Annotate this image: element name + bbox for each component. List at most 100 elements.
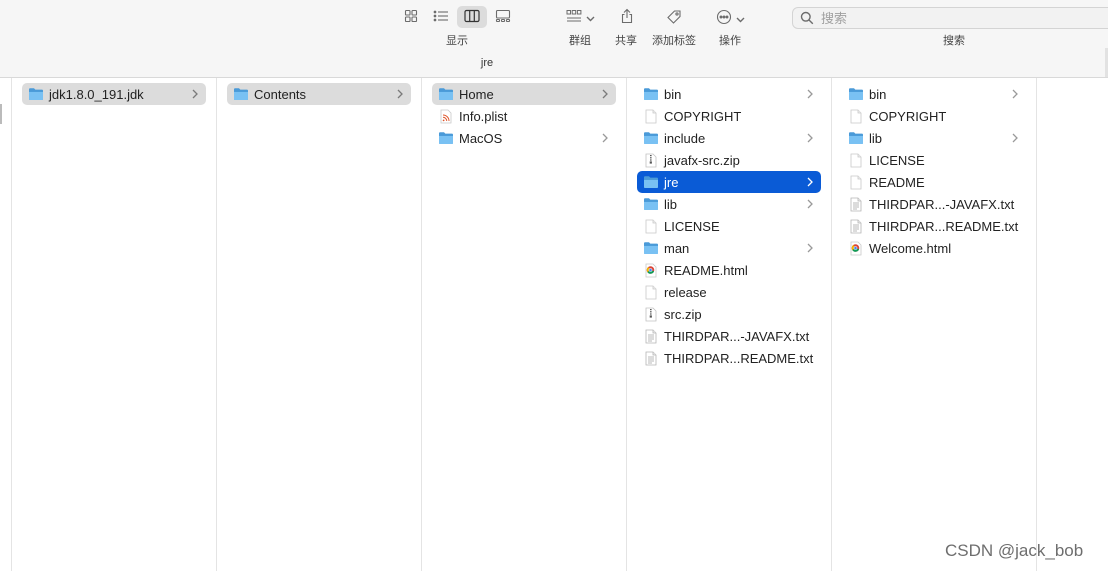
chevron-right-icon <box>1012 88 1022 100</box>
folder-icon <box>438 130 454 146</box>
file-row-jdk1-8-0-191-jdk[interactable]: jdk1.8.0_191.jdk <box>22 83 206 105</box>
column-divider[interactable] <box>421 78 422 571</box>
file-name: src.zip <box>664 306 702 322</box>
file-name: COPYRIGHT <box>664 108 742 124</box>
file-row-copyright[interactable]: COPYRIGHT <box>842 105 1026 127</box>
share-label: 共享 <box>615 35 637 47</box>
file-name: lib <box>664 196 678 212</box>
chevron-down-icon <box>736 11 745 26</box>
file-row-lib[interactable]: lib <box>842 127 1026 149</box>
file-row-thirdpar-javafx-txt[interactable]: THIRDPAR...-JAVAFX.txt <box>842 193 1026 215</box>
action-button[interactable] <box>716 9 745 28</box>
file-name: bin <box>664 86 682 102</box>
file-name: README.html <box>664 262 748 278</box>
group-button[interactable] <box>566 9 595 26</box>
search-field[interactable] <box>792 7 1108 29</box>
group-label: 群组 <box>569 35 591 47</box>
chevron-right-icon <box>807 132 817 144</box>
document-icon <box>643 218 659 234</box>
file-name: THIRDPAR...-JAVAFX.txt <box>664 328 810 344</box>
folder-icon <box>28 86 44 102</box>
file-row-readme-html[interactable]: README.html <box>637 259 821 281</box>
html-file-icon <box>848 240 864 256</box>
file-row-bin[interactable]: bin <box>842 83 1026 105</box>
folder-icon <box>643 130 659 146</box>
column-divider[interactable] <box>11 78 12 571</box>
file-row-release[interactable]: release <box>637 281 821 303</box>
list-view-icon <box>433 9 449 26</box>
chevron-right-icon <box>397 88 407 100</box>
column-divider[interactable] <box>216 78 217 571</box>
icon-view-button[interactable] <box>396 6 426 28</box>
file-row-javafx-src-zip[interactable]: javafx-src.zip <box>637 149 821 171</box>
column-divider[interactable] <box>831 78 832 571</box>
finder-toolbar: 显示 群组 共享 添加标签 操作 搜索 搜索 jre <box>0 0 1108 78</box>
file-row-lib[interactable]: lib <box>637 193 821 215</box>
file-row-macos[interactable]: MacOS <box>432 127 616 149</box>
folder-icon <box>848 130 864 146</box>
document-icon <box>848 152 864 168</box>
file-row-jre[interactable]: jre <box>637 171 821 193</box>
file-row-contents[interactable]: Contents <box>227 83 411 105</box>
share-button[interactable] <box>620 8 634 27</box>
chevron-right-icon <box>807 88 817 100</box>
file-row-thirdpar-readme-txt[interactable]: THIRDPAR...README.txt <box>842 215 1026 237</box>
chevron-right-icon <box>807 198 817 210</box>
document-icon <box>848 108 864 124</box>
file-row-welcome-html[interactable]: Welcome.html <box>842 237 1026 259</box>
text-file-icon <box>848 196 864 212</box>
text-file-icon <box>643 350 659 366</box>
column-divider[interactable] <box>626 78 627 571</box>
folder-icon <box>438 86 454 102</box>
file-row-license[interactable]: LICENSE <box>842 149 1026 171</box>
file-name: Welcome.html <box>869 240 952 256</box>
file-row-src-zip[interactable]: src.zip <box>637 303 821 325</box>
text-file-icon <box>848 218 864 234</box>
action-label: 操作 <box>719 35 741 47</box>
text-file-icon <box>643 328 659 344</box>
column-view-button[interactable] <box>457 6 487 28</box>
folder-icon <box>643 86 659 102</box>
folder-icon <box>233 86 249 102</box>
file-row-license[interactable]: LICENSE <box>637 215 821 237</box>
view-label: 显示 <box>446 35 468 47</box>
search-label: 搜索 <box>943 35 965 47</box>
icon-view-icon <box>404 9 418 26</box>
document-icon <box>848 174 864 190</box>
column-divider[interactable] <box>1036 78 1037 571</box>
file-name: MacOS <box>459 130 503 146</box>
folder-icon <box>643 174 659 190</box>
folder-icon <box>643 240 659 256</box>
file-row-info-plist[interactable]: Info.plist <box>432 105 616 127</box>
file-row-thirdpar-readme-txt[interactable]: THIRDPAR...README.txt <box>637 347 821 369</box>
file-name: lib <box>869 130 883 146</box>
group-icon <box>566 9 582 26</box>
file-name: jre <box>664 174 679 190</box>
tag-icon <box>666 9 682 28</box>
file-row-include[interactable]: include <box>637 127 821 149</box>
gallery-view-button[interactable] <box>488 6 518 28</box>
plist-file-icon <box>438 108 454 124</box>
folder-icon <box>643 196 659 212</box>
file-name: THIRDPAR...README.txt <box>869 218 1019 234</box>
chevron-right-icon <box>807 176 817 188</box>
file-name: include <box>664 130 706 146</box>
file-row-copyright[interactable]: COPYRIGHT <box>637 105 821 127</box>
file-row-home[interactable]: Home <box>432 83 616 105</box>
gallery-view-icon <box>495 9 511 26</box>
file-row-readme[interactable]: README <box>842 171 1026 193</box>
search-input[interactable] <box>819 9 1093 27</box>
file-name: README <box>869 174 925 190</box>
file-row-bin[interactable]: bin <box>637 83 821 105</box>
list-view-button[interactable] <box>426 6 456 28</box>
file-row-thirdpar-javafx-txt[interactable]: THIRDPAR...-JAVAFX.txt <box>637 325 821 347</box>
file-name: COPYRIGHT <box>869 108 947 124</box>
add-tag-button[interactable] <box>666 9 682 28</box>
html-file-icon <box>643 262 659 278</box>
file-row-man[interactable]: man <box>637 237 821 259</box>
window-title: jre <box>480 57 494 69</box>
file-name: Contents <box>254 86 307 102</box>
chevron-right-icon <box>1012 132 1022 144</box>
file-name: javafx-src.zip <box>664 152 740 168</box>
watermark: CSDN @jack_bob <box>945 541 1084 560</box>
